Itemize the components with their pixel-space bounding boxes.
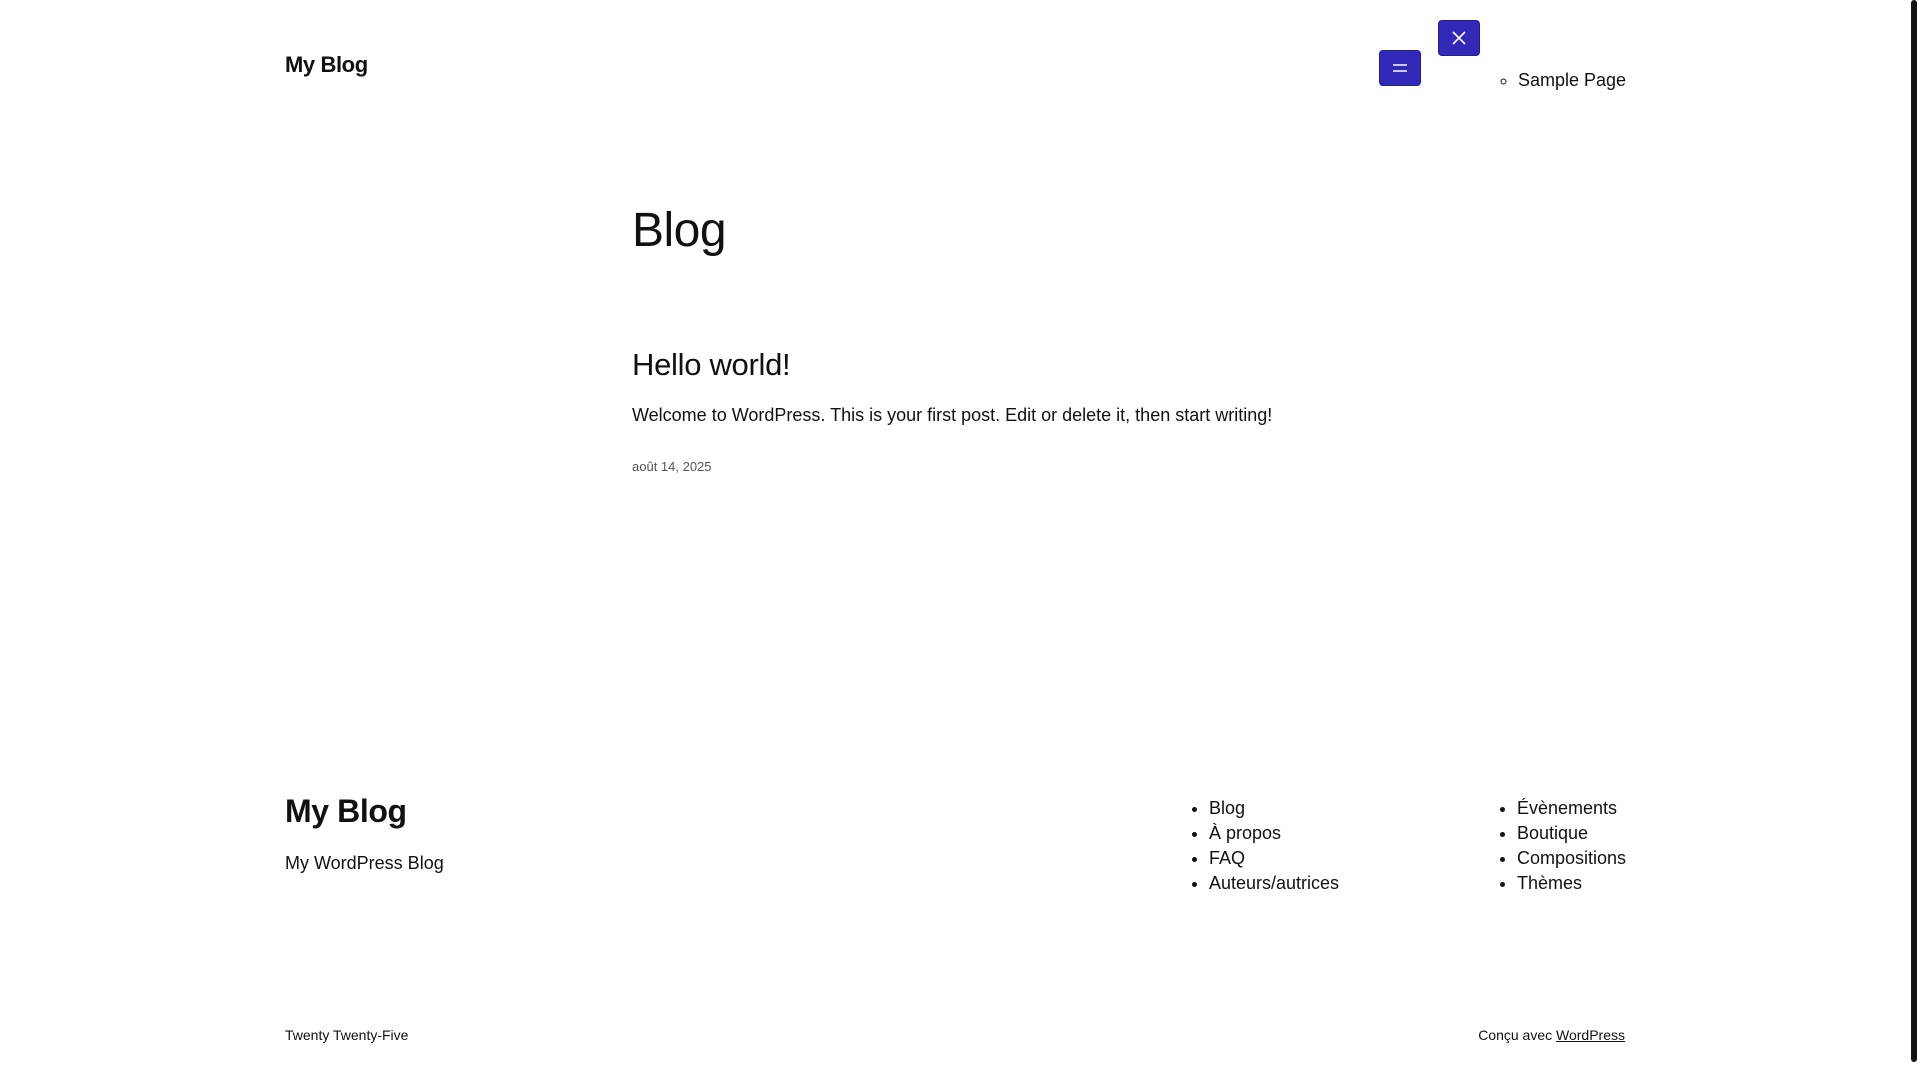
- header-nav: Sample Page: [1500, 70, 1626, 91]
- designed-with-text: Conçu avec: [1478, 1027, 1557, 1043]
- footer-link-a-propos[interactable]: À propos: [1209, 823, 1281, 843]
- wordpress-link[interactable]: WordPress: [1556, 1027, 1625, 1043]
- header-nav-item: Sample Page: [1518, 70, 1626, 91]
- footer-link-blog[interactable]: Blog: [1209, 798, 1245, 818]
- site-title-link[interactable]: My Blog: [285, 52, 368, 78]
- footer-nav-primary: Blog À propos FAQ Auteurs/autrices: [1190, 796, 1339, 896]
- footer-nav-item: À propos: [1209, 821, 1339, 846]
- footer-tagline: My WordPress Blog: [285, 853, 444, 873]
- footer-link-auteurs[interactable]: Auteurs/autrices: [1209, 873, 1339, 893]
- footer-nav-item: FAQ: [1209, 846, 1339, 871]
- footer-nav-item: Thèmes: [1517, 871, 1626, 896]
- post-excerpt: Welcome to WordPress. This is your first…: [632, 405, 1273, 425]
- footer-site-title-link[interactable]: My Blog: [285, 793, 407, 830]
- footer-link-faq[interactable]: FAQ: [1209, 848, 1245, 868]
- footer-link-evenements[interactable]: Évènements: [1517, 798, 1617, 818]
- page-heading: Blog: [632, 204, 727, 257]
- scrollbar-thumb[interactable]: [1911, 0, 1917, 1062]
- menu-open-button[interactable]: [1379, 50, 1421, 86]
- nav-link-sample-page[interactable]: Sample Page: [1518, 70, 1626, 90]
- hamburger-icon: [1393, 64, 1407, 72]
- page: My Blog Sample Page Blog Hello world! We…: [0, 0, 1920, 1080]
- footer-nav-item: Compositions: [1517, 846, 1626, 871]
- close-icon: [1452, 31, 1466, 45]
- footer-link-boutique[interactable]: Boutique: [1517, 823, 1588, 843]
- post-title-link[interactable]: Hello world!: [632, 347, 791, 383]
- footer-nav-item: Évènements: [1517, 796, 1626, 821]
- footer-nav-item: Auteurs/autrices: [1209, 871, 1339, 896]
- theme-credit: Twenty Twenty-Five: [285, 1027, 409, 1043]
- footer-nav-secondary: Évènements Boutique Compositions Thèmes: [1498, 796, 1626, 896]
- menu-close-button[interactable]: [1438, 20, 1480, 56]
- footer-link-themes[interactable]: Thèmes: [1517, 873, 1582, 893]
- footer-link-compositions[interactable]: Compositions: [1517, 848, 1626, 868]
- post-date: août 14, 2025: [632, 459, 712, 474]
- footer-nav-item: Boutique: [1517, 821, 1626, 846]
- footer-nav-item: Blog: [1209, 796, 1339, 821]
- designed-with-credit: Conçu avec WordPress: [1478, 1027, 1625, 1043]
